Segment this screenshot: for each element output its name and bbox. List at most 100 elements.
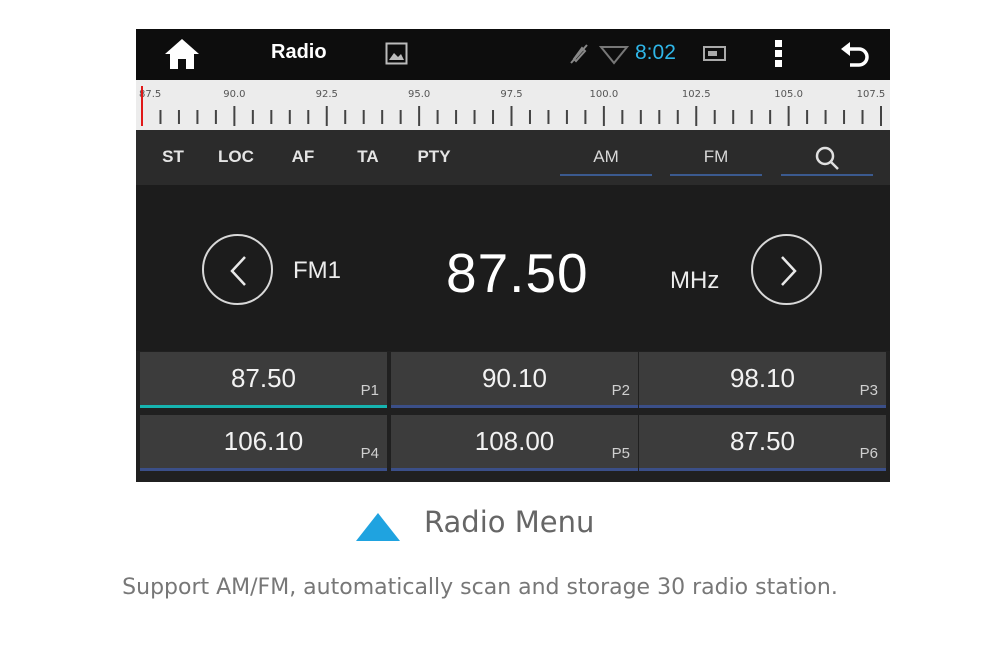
minor-tick [676, 110, 679, 124]
prev-station-button[interactable] [202, 234, 273, 305]
caption-description: Support AM/FM, automatically scan and st… [122, 575, 838, 600]
search-icon [815, 146, 839, 170]
preset-1[interactable]: 87.50 P1 [140, 352, 387, 408]
minor-tick [455, 110, 458, 124]
minor-tick [251, 110, 254, 124]
preset-4[interactable]: 106.10 P4 [140, 415, 387, 471]
major-tick [602, 106, 605, 126]
radio-screen: Radio 8:02 87.5 90.0 92.5 95.0 97.5 100.0 102.… [136, 29, 890, 482]
next-station-button[interactable] [751, 234, 822, 305]
ruler-label: 97.5 [500, 89, 523, 100]
major-tick [787, 106, 790, 126]
minor-tick [214, 110, 217, 124]
major-tick [233, 106, 236, 126]
major-tick [510, 106, 513, 126]
minor-tick [861, 110, 864, 124]
minor-tick [713, 110, 716, 124]
frequency-ruler[interactable]: 87.5 90.0 92.5 95.0 97.5 100.0 102.5 105.0 107.5 [136, 80, 890, 130]
search-button[interactable] [781, 142, 873, 176]
preset-number: P2 [611, 382, 630, 399]
minor-tick [750, 110, 753, 124]
minor-tick [399, 110, 402, 124]
minor-tick [528, 110, 531, 124]
radio-toolbar: ST LOC AF TA PTY AM FM [136, 130, 890, 185]
preset-frequency: 87.50 [729, 426, 796, 456]
preset-3[interactable]: 98.10 P3 [639, 352, 886, 408]
loc-button[interactable]: LOC [208, 142, 264, 172]
minor-tick [307, 110, 310, 124]
minor-tick [824, 110, 827, 124]
fm-band-tab[interactable]: FM [670, 142, 762, 176]
chevron-left-icon [230, 256, 246, 286]
current-frequency: 87.50 [446, 242, 589, 304]
clock: 8:02 [635, 41, 676, 64]
ruler-label: 102.5 [681, 89, 711, 100]
minor-tick [565, 110, 568, 124]
preset-number: P4 [360, 445, 379, 462]
pty-button[interactable]: PTY [404, 142, 464, 172]
battery-icon [703, 46, 726, 61]
ta-button[interactable]: TA [340, 142, 396, 172]
minor-tick [288, 110, 291, 124]
minor-tick [177, 110, 180, 124]
minor-tick [769, 110, 772, 124]
minor-tick [639, 110, 642, 124]
preset-5[interactable]: 108.00 P5 [391, 415, 638, 471]
menu-icon[interactable] [773, 39, 785, 69]
minor-tick [806, 110, 809, 124]
back-icon[interactable] [840, 40, 870, 68]
preset-frequency: 98.10 [729, 363, 796, 393]
minor-tick [436, 110, 439, 124]
minor-tick [381, 110, 384, 124]
preset-number: P3 [859, 382, 878, 399]
minor-tick [732, 110, 735, 124]
minor-tick [584, 110, 587, 124]
minor-tick [492, 110, 495, 124]
preset-6[interactable]: 87.50 P6 [639, 415, 886, 471]
ruler-ticks [141, 106, 882, 126]
preset-frequency: 108.00 [474, 426, 555, 456]
ruler-label: 105.0 [774, 89, 803, 100]
frequency-unit: MHz [670, 267, 720, 294]
minor-tick [344, 110, 347, 124]
minor-tick [159, 110, 162, 124]
preset-frequency: 87.50 [230, 363, 297, 393]
band-label: FM1 [293, 257, 341, 284]
triangle-icon [356, 513, 400, 541]
tuner-panel: FM1 87.50 MHz [136, 185, 890, 351]
minor-tick [621, 110, 624, 124]
am-band-tab[interactable]: AM [560, 142, 652, 176]
ruler-label: 107.5 [856, 89, 886, 100]
ruler-label: 100.0 [589, 89, 619, 100]
major-tick [880, 106, 882, 126]
caption-title: Radio Menu [424, 505, 595, 539]
minor-tick [658, 110, 661, 124]
preset-frequency: 90.10 [481, 363, 548, 393]
status-bar: Radio 8:02 [136, 29, 890, 80]
major-tick [418, 106, 421, 126]
wifi-icon [599, 46, 629, 65]
ruler-label: 90.0 [223, 89, 246, 100]
gallery-icon[interactable] [385, 42, 408, 65]
major-tick [325, 106, 328, 126]
minor-tick [196, 110, 199, 124]
app-title: Radio [271, 41, 327, 63]
major-tick [695, 106, 698, 126]
preset-number: P6 [859, 445, 878, 462]
st-button[interactable]: ST [145, 142, 201, 172]
preset-number: P1 [360, 382, 379, 399]
minor-tick [473, 110, 476, 124]
preset-frequency: 106.10 [223, 426, 304, 456]
minor-tick [547, 110, 550, 124]
home-icon[interactable] [164, 38, 200, 70]
mute-icon [570, 44, 588, 64]
chevron-right-icon [781, 256, 797, 286]
preset-2[interactable]: 90.10 P2 [391, 352, 638, 408]
ruler-label: 92.5 [315, 89, 338, 100]
preset-grid: 87.50 P1 90.10 P2 98.10 P3 106.10 P4 108… [136, 351, 890, 482]
tuning-needle[interactable] [141, 86, 143, 126]
ruler-label: 95.0 [407, 89, 431, 100]
af-button[interactable]: AF [275, 142, 331, 172]
preset-number: P5 [611, 445, 630, 462]
minor-tick [362, 110, 365, 124]
